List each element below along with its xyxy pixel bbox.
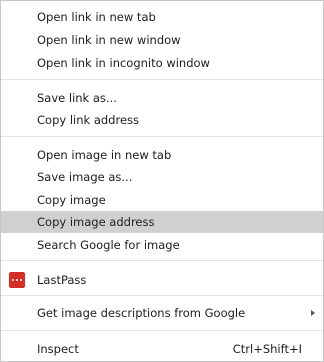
menu-separator bbox=[1, 260, 323, 261]
menu-item-open-link-new-window[interactable]: Open link in new window bbox=[1, 29, 323, 51]
menu-item-copy-image-address[interactable]: Copy image address bbox=[1, 211, 323, 233]
chevron-right-icon bbox=[311, 310, 315, 316]
menu-item-search-google-for-image[interactable]: Search Google for image bbox=[1, 234, 323, 256]
menu-item-label: Open link in incognito window bbox=[37, 56, 210, 70]
inspect-shortcut: Ctrl+Shift+I bbox=[232, 342, 302, 356]
menu-item-label: Open image in new tab bbox=[37, 148, 172, 162]
menu-item-label: Save link as... bbox=[37, 91, 117, 105]
menu-item-label: Search Google for image bbox=[37, 238, 180, 252]
menu-item-label: Copy link address bbox=[37, 113, 140, 127]
menu-item-open-link-new-tab[interactable]: Open link in new tab bbox=[1, 6, 323, 28]
menu-separator bbox=[1, 295, 323, 296]
menu-item-open-link-incognito[interactable]: Open link in incognito window bbox=[1, 52, 323, 74]
menu-item-label: Open link in new window bbox=[37, 33, 181, 47]
menu-item-label: LastPass bbox=[37, 273, 87, 287]
lastpass-icon bbox=[9, 272, 25, 288]
context-menu: Open link in new tab Open link in new wi… bbox=[0, 0, 324, 362]
menu-item-open-image-new-tab[interactable]: Open image in new tab bbox=[1, 144, 323, 166]
menu-item-copy-image[interactable]: Copy image bbox=[1, 189, 323, 211]
menu-separator bbox=[1, 330, 323, 331]
menu-separator bbox=[1, 136, 323, 137]
menu-item-save-image-as[interactable]: Save image as... bbox=[1, 166, 323, 188]
menu-separator bbox=[1, 79, 323, 80]
menu-item-get-image-descriptions[interactable]: Get image descriptions from Google bbox=[1, 302, 323, 324]
menu-item-label: Copy image address bbox=[37, 215, 155, 229]
menu-item-label: Inspect bbox=[37, 342, 79, 356]
menu-item-label: Copy image bbox=[37, 193, 106, 207]
menu-item-save-link-as[interactable]: Save link as... bbox=[1, 87, 323, 109]
menu-item-label: Save image as... bbox=[37, 170, 133, 184]
menu-item-label: Open link in new tab bbox=[37, 10, 156, 24]
menu-item-inspect[interactable]: Inspect Ctrl+Shift+I bbox=[1, 338, 323, 360]
menu-item-copy-link-address[interactable]: Copy link address bbox=[1, 109, 323, 131]
menu-item-label: Get image descriptions from Google bbox=[37, 306, 246, 320]
menu-item-lastpass[interactable]: LastPass bbox=[1, 269, 323, 291]
